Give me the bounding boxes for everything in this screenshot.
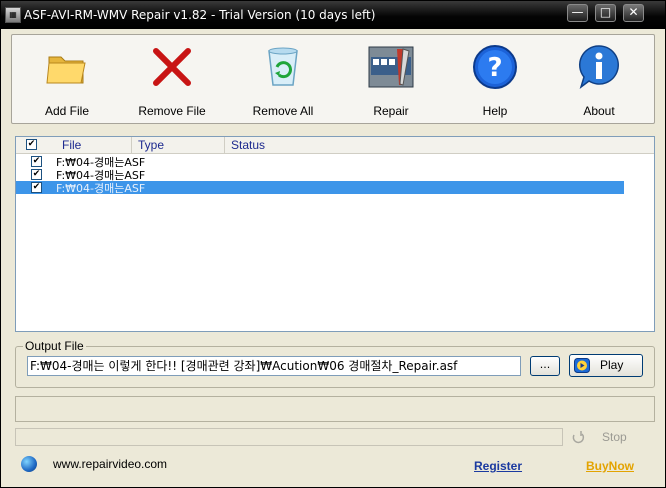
close-button[interactable]: ✕ [623, 4, 644, 22]
play-label: Play [600, 358, 624, 372]
globe-icon [21, 456, 37, 472]
help-button[interactable]: ? Help [450, 43, 540, 119]
play-icon [574, 358, 590, 373]
row-checkbox[interactable]: ✔ [31, 182, 42, 193]
remove-all-label: Remove All [252, 104, 314, 118]
list-item-selected[interactable]: ✔ F:₩04-경매는ASF [16, 181, 624, 195]
output-file-field[interactable]: F:₩04-경매는 이렇게 한다!! [경매관련 강좌]₩Acution₩06 … [27, 356, 521, 376]
register-link[interactable]: Register [474, 459, 522, 473]
stop-icon [572, 431, 585, 444]
row-checkbox[interactable]: ✔ [31, 156, 42, 167]
stop-button[interactable]: Stop [602, 430, 627, 444]
play-button[interactable]: Play [569, 354, 643, 377]
about-button[interactable]: About [554, 43, 644, 119]
repair-button[interactable]: Repair [346, 43, 436, 119]
title-bar[interactable]: ▦ ASF-AVI-RM-WMV Repair v1.82 - Trial Ve… [1, 1, 665, 29]
column-header-file[interactable]: File [56, 137, 132, 154]
repair-label: Repair [373, 104, 409, 118]
window-title: ASF-AVI-RM-WMV Repair v1.82 - Trial Vers… [24, 8, 376, 22]
file-name: F:₩04-경매는ASF [56, 182, 146, 195]
output-file-legend: Output File [23, 339, 86, 353]
question-icon: ? [473, 45, 517, 89]
remove-file-label: Remove File [138, 104, 206, 118]
app-window: ▦ ASF-AVI-RM-WMV Repair v1.82 - Trial Ve… [0, 0, 666, 488]
website-link[interactable]: www.repairvideo.com [53, 457, 167, 471]
maximize-button[interactable]: □ [595, 4, 616, 22]
progress-bar [15, 428, 563, 446]
minimize-button[interactable]: — [567, 4, 588, 22]
red-x-icon [153, 48, 191, 86]
svg-text:?: ? [487, 53, 502, 83]
browse-button[interactable]: ... [530, 356, 560, 376]
select-all-checkbox[interactable]: ✔ [26, 139, 37, 150]
output-file-group: Output File F:₩04-경매는 이렇게 한다!! [경매관련 강좌]… [15, 339, 655, 388]
status-panel [15, 396, 655, 422]
remove-all-button[interactable]: Remove All [238, 43, 328, 119]
recycle-bin-icon [268, 47, 298, 86]
column-header-type[interactable]: Type [132, 137, 225, 154]
add-file-button[interactable]: Add File [22, 43, 112, 119]
info-icon [579, 45, 619, 89]
buy-now-link[interactable]: BuyNow [586, 459, 634, 473]
app-icon[interactable]: ▦ [5, 7, 21, 23]
row-checkbox[interactable]: ✔ [31, 169, 42, 180]
toolbar: Add File Remove File Remove All Repair ?… [11, 34, 655, 124]
add-file-label: Add File [44, 104, 90, 118]
remove-file-button[interactable]: Remove File [127, 43, 217, 119]
repair-tools-icon [368, 46, 414, 88]
folder-icon [46, 56, 86, 84]
file-list[interactable]: ✔ File Type Status ✔ F:₩04-경매는ASF ✔ F:₩0… [15, 136, 655, 332]
about-label: About [583, 104, 615, 118]
help-label: Help [482, 104, 508, 118]
list-header: ✔ File Type Status [16, 137, 654, 154]
column-header-status[interactable]: Status [225, 137, 625, 154]
